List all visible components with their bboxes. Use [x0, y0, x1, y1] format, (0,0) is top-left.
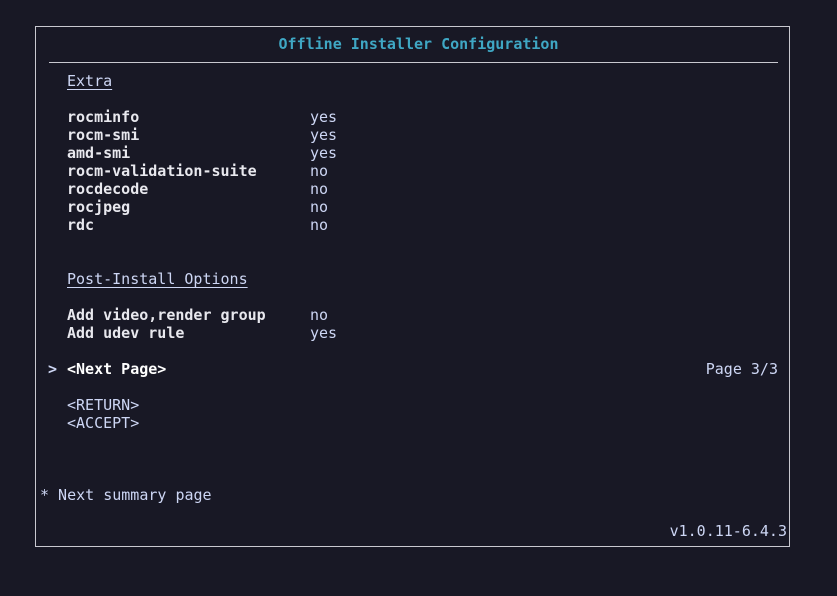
- next-page-button[interactable]: <Next Page>: [67, 360, 166, 378]
- return-button[interactable]: <RETURN>: [67, 396, 139, 414]
- option-value-amd-smi[interactable]: yes: [310, 144, 337, 162]
- option-value-rocminfo[interactable]: yes: [310, 108, 337, 126]
- option-value-rocm-smi[interactable]: yes: [310, 126, 337, 144]
- page-indicator: Page 3/3: [705, 360, 778, 378]
- option-value-rocm-validation-suite[interactable]: no: [310, 162, 328, 180]
- option-label-udev-rule[interactable]: Add udev rule: [67, 324, 184, 342]
- option-value-rdc[interactable]: no: [310, 216, 328, 234]
- accept-button[interactable]: <ACCEPT>: [67, 414, 139, 432]
- version-label: v1.0.11-6.4.3: [669, 522, 787, 540]
- section-heading-extra: Extra: [67, 72, 113, 90]
- option-label-rocjpeg[interactable]: rocjpeg: [67, 198, 130, 216]
- option-value-video-render-group[interactable]: no: [310, 306, 328, 324]
- help-hint: * Next summary page: [40, 486, 212, 504]
- title-divider: [49, 62, 778, 63]
- option-value-rocjpeg[interactable]: no: [310, 198, 328, 216]
- option-label-rocdecode[interactable]: rocdecode: [67, 180, 148, 198]
- option-label-rdc[interactable]: rdc: [67, 216, 94, 234]
- option-label-rocm-smi[interactable]: rocm-smi: [67, 126, 139, 144]
- option-label-video-render-group[interactable]: Add video,render group: [67, 306, 266, 324]
- option-label-rocminfo[interactable]: rocminfo: [67, 108, 139, 126]
- option-label-amd-smi[interactable]: amd-smi: [67, 144, 130, 162]
- selection-cursor: >: [48, 360, 58, 378]
- option-label-rocm-validation-suite[interactable]: rocm-validation-suite: [67, 162, 257, 180]
- option-value-udev-rule[interactable]: yes: [310, 324, 337, 342]
- option-value-rocdecode[interactable]: no: [310, 180, 328, 198]
- window-title: Offline Installer Configuration: [278, 35, 559, 53]
- section-heading-post-install: Post-Install Options: [67, 270, 248, 288]
